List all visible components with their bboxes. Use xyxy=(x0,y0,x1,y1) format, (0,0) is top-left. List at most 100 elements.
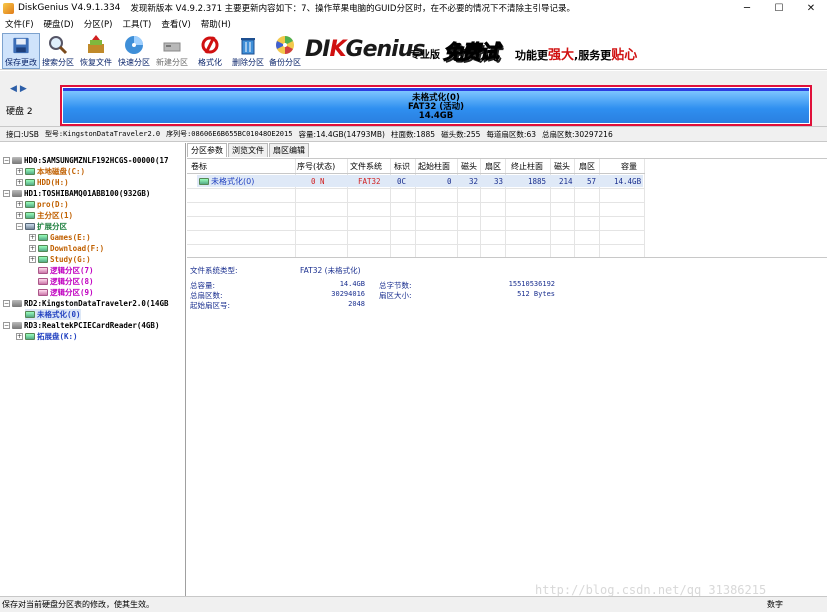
delete-partition-button[interactable]: 删除分区 xyxy=(229,33,267,69)
info-cylinders: 柱面数:1885 xyxy=(390,129,436,139)
disk-label: 硬盘 2 xyxy=(6,107,33,117)
start-sector-label: 起始扇区号: xyxy=(190,301,231,310)
menu-file[interactable]: 文件(F) xyxy=(0,18,39,30)
tree-item-extended[interactable]: − 扩展分区 xyxy=(16,221,67,232)
tree-item-rd2[interactable]: − RD2:KingstonDataTraveler2.0(14GB xyxy=(3,298,169,309)
tree-item-d[interactable]: + pro(D:) xyxy=(16,199,69,210)
disk-map-partition[interactable]: 未格式化(0) FAT32 (活动) 14.4GB xyxy=(63,88,809,123)
promo-banner[interactable]: DIKGenius 专业版 免费试用 功能更强大,服务更贴心 xyxy=(303,34,648,69)
partition-icon xyxy=(25,168,35,175)
logical-partition-icon xyxy=(38,278,48,285)
expand-icon[interactable]: + xyxy=(16,333,23,340)
menu-tools[interactable]: 工具(T) xyxy=(117,18,156,30)
collapse-icon[interactable]: − xyxy=(3,322,10,329)
col-start-cylinder[interactable]: 起始柱面 xyxy=(418,159,450,173)
tree-item-f[interactable]: + Download(F:) xyxy=(29,243,104,254)
backup-partition-button[interactable]: 备份分区 xyxy=(266,33,304,69)
tree-item-unformatted-0[interactable]: 未格式化(0) xyxy=(25,309,81,320)
menu-view[interactable]: 查看(V) xyxy=(156,18,195,30)
tree-item-g[interactable]: + Study(G:) xyxy=(29,254,91,265)
collapse-icon[interactable]: − xyxy=(16,223,23,230)
disk-info-line: 接口:USB 型号:KingstonDataTraveler2.0 序列号:08… xyxy=(0,127,827,142)
partition-icon xyxy=(25,201,35,208)
usb-disk-icon xyxy=(12,300,22,307)
collapse-icon[interactable]: − xyxy=(3,157,10,164)
expand-icon[interactable]: + xyxy=(29,256,36,263)
expand-icon[interactable]: + xyxy=(29,245,36,252)
next-disk-arrow-icon[interactable]: ▶ xyxy=(20,84,27,94)
tree-item-logical-7[interactable]: 逻辑分区(7) xyxy=(38,265,94,276)
sector-size-label: 扇区大小: xyxy=(379,291,412,300)
menu-help[interactable]: 帮助(H) xyxy=(196,18,236,30)
col-start-head[interactable]: 磁头 xyxy=(461,159,477,173)
expand-icon[interactable]: + xyxy=(16,201,23,208)
recover-files-button[interactable]: 恢复文件 xyxy=(77,33,115,69)
tab-sector-editor[interactable]: 扇区编辑 xyxy=(269,143,309,157)
col-start-sector[interactable]: 扇区 xyxy=(485,159,501,173)
disk-tree-panel[interactable]: − HD0:SAMSUNGMZNLF192HCGS-00000(17 + 本地磁盘(… xyxy=(0,143,186,596)
expand-icon[interactable]: + xyxy=(16,168,23,175)
tab-browse-files[interactable]: 浏览文件 xyxy=(228,143,268,157)
hard-disk-icon xyxy=(12,190,22,197)
cell-id: 0C xyxy=(397,176,407,186)
cell-start-cylinder: 0 xyxy=(447,176,452,186)
new-partition-button[interactable]: 新建分区 xyxy=(153,33,191,69)
collapse-icon[interactable]: − xyxy=(3,190,10,197)
col-capacity[interactable]: 容量 xyxy=(621,159,637,173)
prev-disk-arrow-icon[interactable]: ◀ xyxy=(10,84,17,94)
cell-capacity: 14.4GB xyxy=(614,176,642,186)
menu-partition[interactable]: 分区(P) xyxy=(79,18,118,30)
tree-item-logical-9[interactable]: 逻辑分区(9) xyxy=(38,287,94,298)
new-partition-icon xyxy=(163,42,181,52)
close-button[interactable]: ✕ xyxy=(795,0,827,16)
save-changes-button[interactable]: 保存更改 xyxy=(2,33,40,69)
format-button[interactable]: 格式化 xyxy=(191,33,229,69)
quick-partition-button[interactable]: 快速分区 xyxy=(115,33,153,69)
col-volume-label[interactable]: 卷标 xyxy=(191,159,207,173)
collapse-icon[interactable]: − xyxy=(3,300,10,307)
cell-filesystem: FAT32 xyxy=(358,176,381,186)
magnifier-icon xyxy=(49,36,68,55)
col-index-status[interactable]: 序号(状态) xyxy=(297,159,335,173)
col-end-sector[interactable]: 扇区 xyxy=(579,159,595,173)
recover-files-icon xyxy=(88,35,104,53)
update-notice[interactable]: 发现新版本 V4.9.2.371 主要更新内容如下：7、操作苹果电脑的GUID分… xyxy=(130,2,575,14)
tree-item-hd1[interactable]: − HD1:TOSHIBAMQ01ABB100(932GB) xyxy=(3,188,150,199)
cell-index-status: 0 N xyxy=(311,176,325,186)
tab-partition-params[interactable]: 分区参数 xyxy=(187,143,227,157)
extended-partition-icon xyxy=(25,223,35,230)
col-end-head[interactable]: 磁头 xyxy=(554,159,570,173)
search-partition-button[interactable]: 搜索分区 xyxy=(39,33,77,69)
tree-item-logical-8[interactable]: 逻辑分区(8) xyxy=(38,276,94,287)
col-filesystem[interactable]: 文件系统 xyxy=(350,159,382,173)
format-icon xyxy=(201,36,219,54)
partition-detail-panel: 分区参数 浏览文件 扇区编辑 卷标 序号(状态) 文件系统 标识 起始柱面 磁头… xyxy=(187,143,827,597)
cell-start-sector: 33 xyxy=(494,176,504,186)
brand-logo: DIKGenius xyxy=(305,37,425,62)
save-disk-icon xyxy=(13,37,29,54)
maximize-button[interactable]: ☐ xyxy=(763,0,795,16)
hard-disk-icon xyxy=(12,157,22,164)
table-row[interactable] xyxy=(197,175,643,187)
tree-item-hd0[interactable]: − HD0:SAMSUNGMZNLF192HCGS-00000(17 xyxy=(3,155,169,166)
col-end-cylinder[interactable]: 终止柱面 xyxy=(511,159,543,173)
col-id[interactable]: 标识 xyxy=(394,159,410,173)
minimize-button[interactable]: ─ xyxy=(731,0,763,16)
tree-item-c[interactable]: + 本地磁盘(C:) xyxy=(16,166,85,177)
tree-item-e[interactable]: + Games(E:) xyxy=(29,232,91,243)
watermark: http://blog.csdn.net/qq_31386215 xyxy=(535,583,767,597)
tree-item-k[interactable]: + 拓展盘(K:) xyxy=(16,331,78,342)
menu-bar: 文件(F) 硬盘(D) 分区(P) 工具(T) 查看(V) 帮助(H) xyxy=(0,16,827,32)
tree-item-rd3[interactable]: − RD3:RealtekPCIECardReader(4GB) xyxy=(3,320,159,331)
menu-disk[interactable]: 硬盘(D) xyxy=(39,18,79,30)
info-serial: 序列号:08606E6B655BC01048OE2015 xyxy=(166,130,293,138)
tree-item-primary-1[interactable]: + 主分区(1) xyxy=(16,210,73,221)
expand-icon[interactable]: + xyxy=(16,212,23,219)
info-capacity: 容量:14.4GB(14793MB) xyxy=(298,129,385,139)
expand-icon[interactable]: + xyxy=(16,179,23,186)
disk-map[interactable]: 未格式化(0) FAT32 (活动) 14.4GB xyxy=(60,85,812,126)
expand-icon[interactable]: + xyxy=(29,234,36,241)
tree-item-h[interactable]: + HDD(H:) xyxy=(16,177,69,188)
total-sectors-value: 30294016 xyxy=(331,290,365,298)
app-icon xyxy=(3,2,14,14)
